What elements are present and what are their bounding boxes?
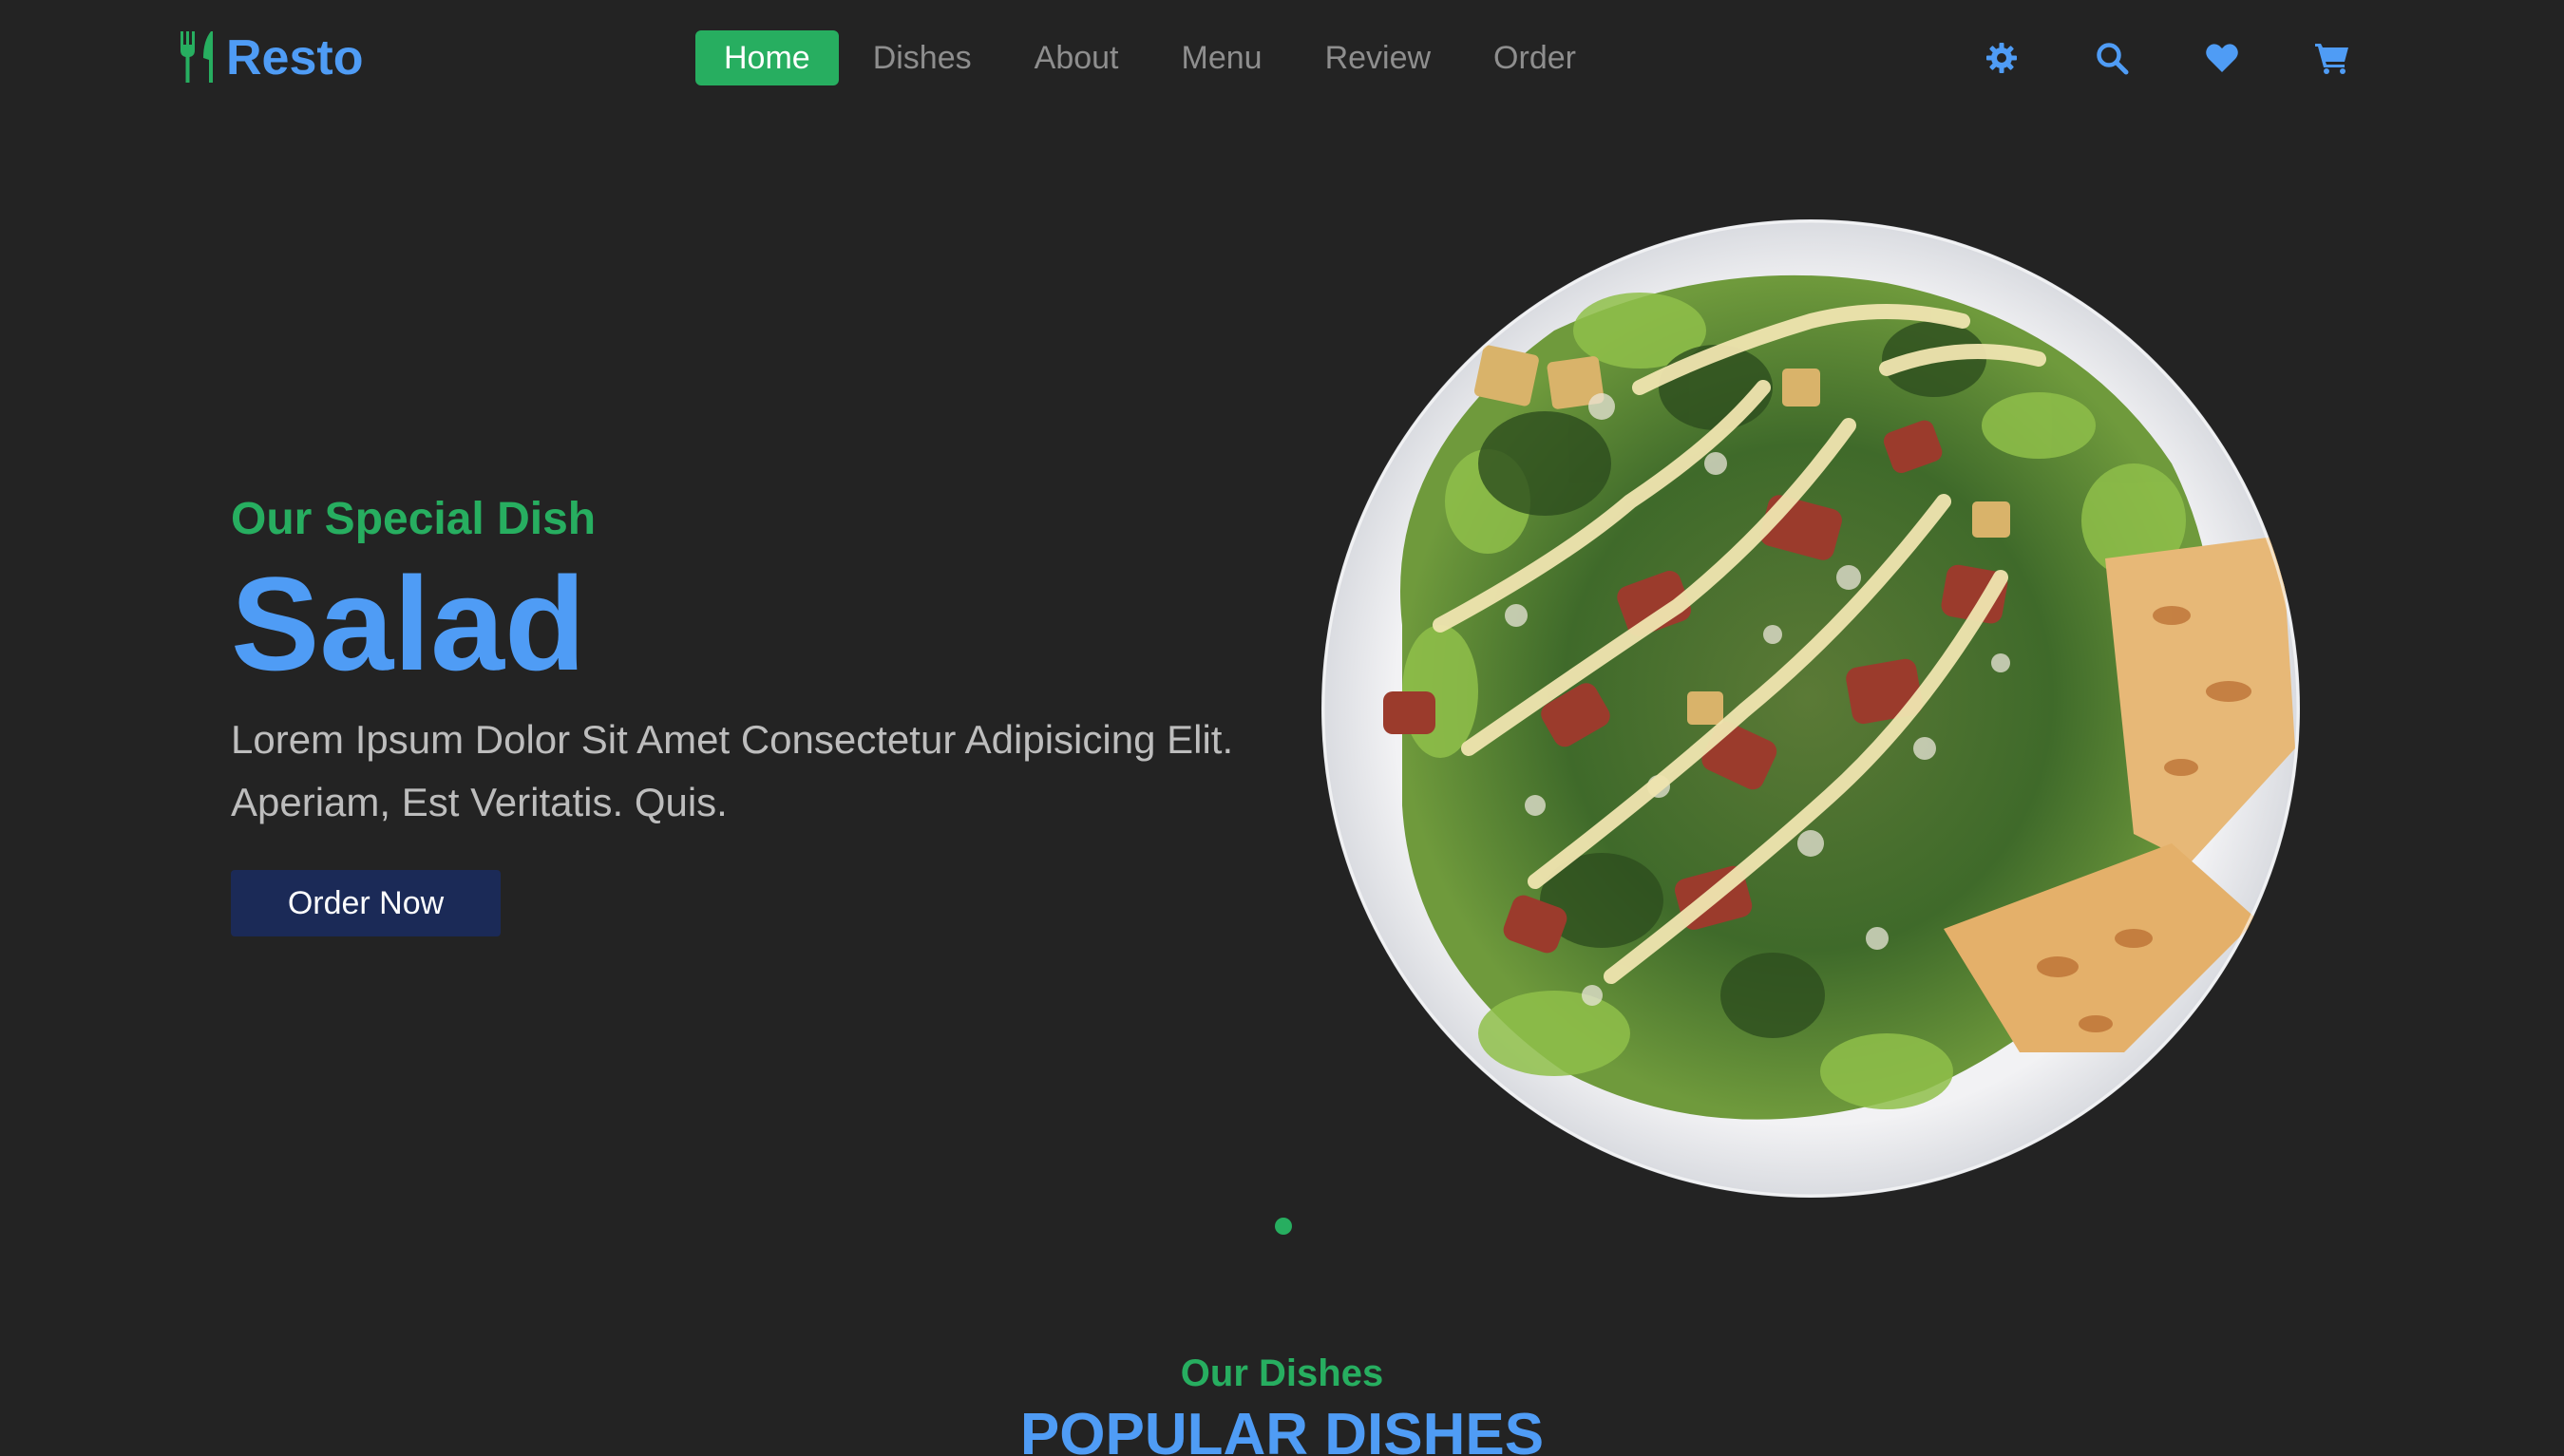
header-icons: [1976, 32, 2358, 84]
search-icon: [2097, 43, 2129, 75]
cart-button[interactable]: [2307, 32, 2358, 84]
nav-review[interactable]: Review: [1297, 30, 1459, 85]
gear-icon: [1986, 43, 2017, 73]
hero-description: Lorem Ipsum Dolor Sit Amet Consectetur A…: [231, 717, 1234, 824]
order-now-button[interactable]: Order Now: [231, 870, 501, 936]
slider-dot-active[interactable]: [1275, 1218, 1292, 1235]
nav-order[interactable]: Order: [1465, 30, 1605, 85]
nav-about[interactable]: About: [1006, 30, 1148, 85]
hero-subtitle: Our Special Dish: [231, 494, 597, 544]
utensils-icon: [180, 31, 213, 83]
nav-dishes[interactable]: Dishes: [845, 30, 1000, 85]
heart-icon: [2206, 44, 2238, 72]
logo-link[interactable]: Resto: [177, 27, 363, 89]
main-nav: Home Dishes About Menu Review Order: [695, 30, 1610, 85]
brand-name: Resto: [226, 30, 364, 85]
section-subtitle: Our Dishes: [1180, 1352, 1384, 1394]
dishes-section-heading: Our Dishes POPULAR DISHES: [0, 1347, 2564, 1456]
theme-toggle-button[interactable]: [1976, 32, 2027, 84]
cart-icon: [2315, 44, 2348, 74]
favorites-button[interactable]: [2196, 32, 2248, 84]
hero-title: Salad: [231, 549, 586, 698]
salad-plate-image: [1321, 219, 2300, 1198]
search-button[interactable]: [2086, 32, 2137, 84]
hero-content: Our Special Dish Salad Lorem Ipsum Dolor…: [231, 486, 1276, 936]
nav-home[interactable]: Home: [695, 30, 839, 85]
header: Resto Home Dishes About Menu Review Orde…: [0, 0, 2564, 116]
page: Resto Home Dishes About Menu Review Orde…: [0, 0, 2564, 1456]
section-title: POPULAR DISHES: [1019, 1402, 1545, 1456]
nav-menu[interactable]: Menu: [1153, 30, 1291, 85]
